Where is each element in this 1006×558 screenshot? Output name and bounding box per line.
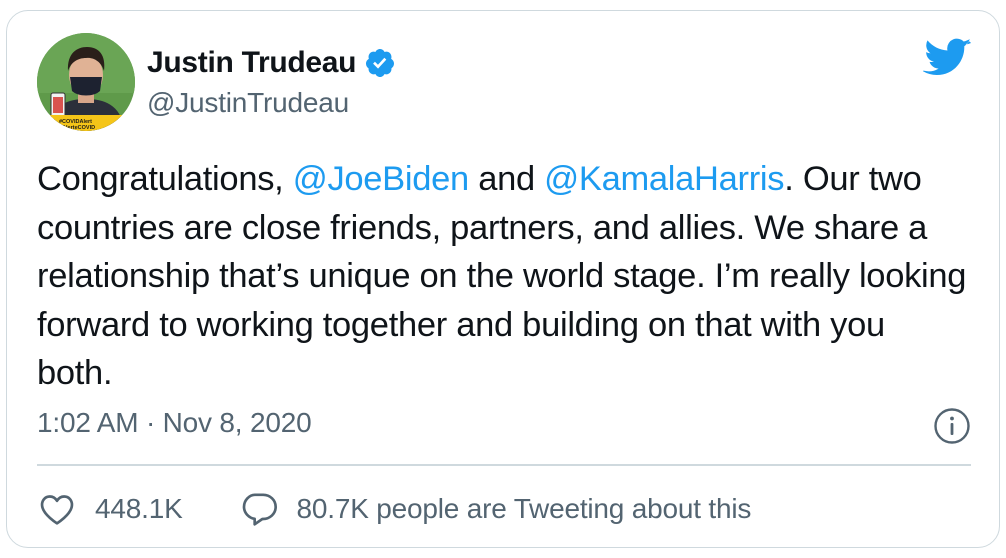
user-handle[interactable]: @JustinTrudeau	[147, 87, 349, 119]
tweet-date: Nov 8, 2020	[162, 407, 312, 438]
heart-icon[interactable]	[37, 489, 77, 529]
display-name[interactable]: Justin Trudeau	[147, 46, 356, 80]
action-row: 448.1K 80.7K people are Tweeting about t…	[37, 487, 751, 531]
author-name-row[interactable]: Justin Trudeau	[147, 43, 396, 83]
avatar[interactable]: #COVIDAlert #AlerteCOVID	[37, 33, 135, 131]
mention-joebiden[interactable]: @JoeBiden	[293, 160, 469, 198]
speech-bubble-icon[interactable]	[239, 489, 279, 529]
twitter-bird-icon[interactable]	[921, 37, 972, 77]
timestamp-separator: ·	[145, 407, 156, 438]
tweet-text-part-2: and	[468, 160, 545, 198]
tweet-card: #COVIDAlert #AlerteCOVID Justin Trudeau …	[6, 10, 1000, 548]
mention-kamalaharris[interactable]: @KamalaHarris	[544, 160, 784, 198]
like-count[interactable]: 448.1K	[95, 493, 183, 525]
tweet-text: Congratulations, @JoeBiden and @KamalaHa…	[37, 155, 967, 398]
avatar-image: #COVIDAlert #AlerteCOVID	[37, 33, 135, 131]
info-icon[interactable]	[933, 407, 971, 445]
avatar-badge-line-2: #AlerteCOVID	[59, 125, 95, 131]
divider	[37, 464, 971, 466]
verified-badge-icon	[364, 47, 396, 79]
tweet-time: 1:02 AM	[37, 407, 139, 438]
tweet-timestamp[interactable]: 1:02 AM · Nov 8, 2020	[37, 407, 312, 439]
tweeting-about-link[interactable]: 80.7K people are Tweeting about this	[297, 493, 752, 525]
tweet-text-part-1: Congratulations,	[37, 160, 293, 198]
